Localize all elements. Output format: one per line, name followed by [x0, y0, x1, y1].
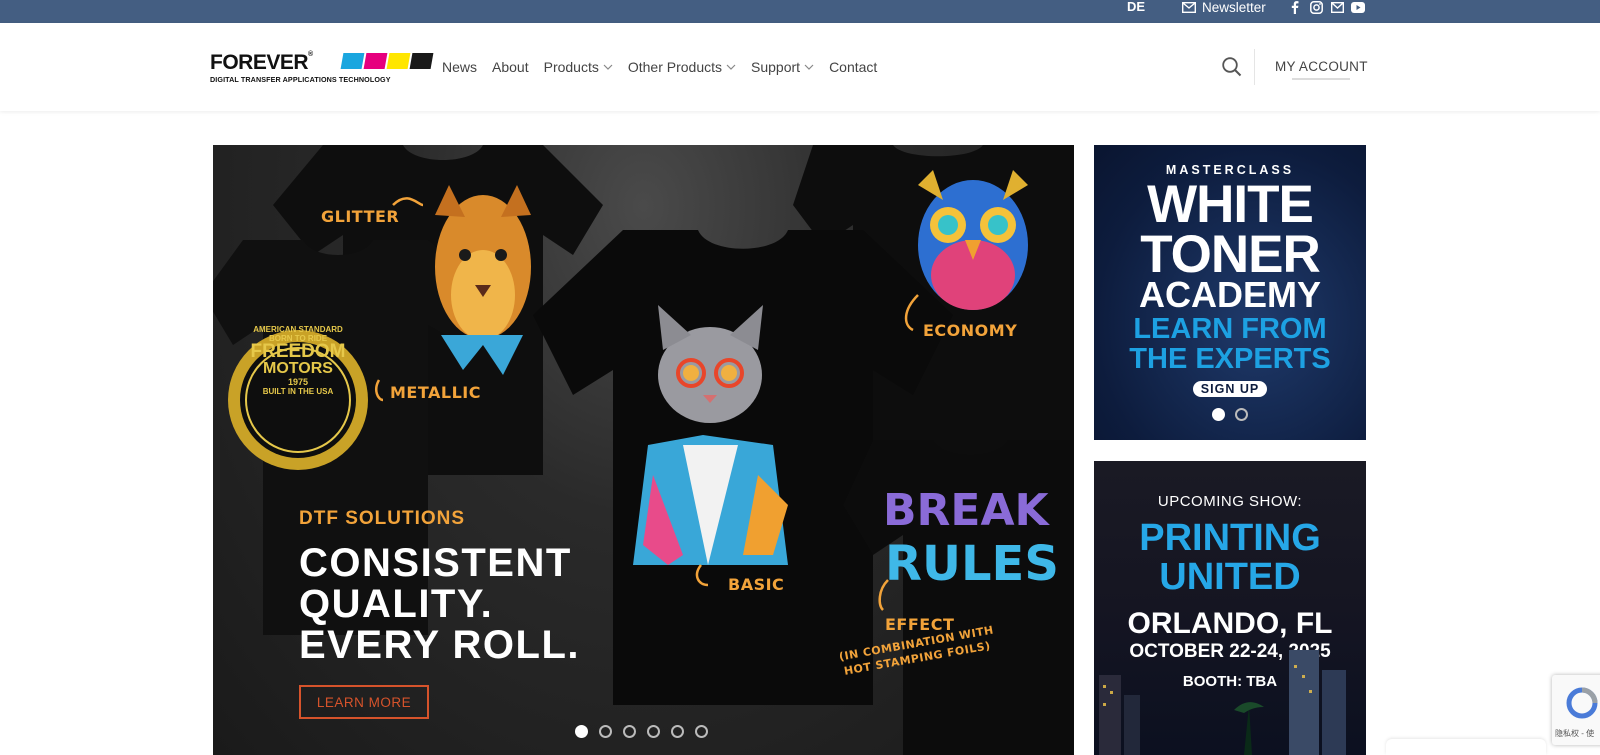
- nav-label: Contact: [829, 59, 878, 75]
- owl-art: [918, 170, 1028, 310]
- badge-text-group: AMERICAN STANDARD BORN TO RIDE FREEDOM M…: [248, 325, 348, 396]
- headline-line-2: QUALITY.: [299, 582, 494, 626]
- nav-support[interactable]: Support: [751, 57, 814, 77]
- label-metallic: METALLIC: [390, 383, 481, 402]
- newsletter-label: Newsletter: [1202, 0, 1266, 15]
- nav-label: Other Products: [627, 59, 723, 75]
- top-utility-bar: DE Newsletter: [0, 0, 1600, 23]
- nav-label: News: [442, 59, 478, 75]
- slide-dot-1[interactable]: [575, 725, 588, 738]
- instagram-icon[interactable]: [1309, 0, 1323, 14]
- banner-title-toner: TONER: [1140, 225, 1321, 284]
- floating-widget-edge: [1386, 739, 1546, 755]
- slide-dot-2[interactable]: [599, 725, 612, 738]
- chevron-down-icon: [804, 64, 814, 70]
- rules-text: RULES: [885, 536, 1059, 592]
- side-slide-dot-2[interactable]: [1235, 408, 1248, 421]
- side-slide-dot-1[interactable]: [1212, 408, 1225, 421]
- my-account-link[interactable]: MY ACCOUNT: [1275, 59, 1368, 74]
- hero-kicker: DTF SOLUTIONS: [299, 508, 466, 529]
- nav-label: About: [492, 59, 529, 75]
- facebook-icon[interactable]: [1288, 0, 1302, 14]
- learn-more-button[interactable]: LEARN MORE: [299, 685, 429, 719]
- social-links: [1288, 0, 1365, 14]
- account-underline: [1292, 78, 1350, 80]
- logo-tagline: DIGITAL TRANSFER APPLICATIONS TECHNOLOGY: [210, 75, 391, 84]
- search-icon[interactable]: [1221, 56, 1243, 78]
- badge-bottom-text: BUILT IN THE USA: [262, 387, 334, 396]
- badge-main-1: FREEDOM: [250, 341, 346, 362]
- banner-title-white: WHITE: [1147, 175, 1314, 234]
- side-slider-dots: [1212, 408, 1248, 421]
- logo-wordmark: FOREVER: [210, 51, 309, 74]
- language-switch-de[interactable]: DE: [1127, 0, 1145, 13]
- hero-slider[interactable]: BREAK RULES GLITTER METALLIC ECONOMY BAS…: [213, 145, 1074, 755]
- break-text: BREAK: [883, 485, 1051, 536]
- email-icon[interactable]: [1330, 0, 1344, 14]
- printing-title: PRINTING: [1139, 517, 1321, 559]
- youtube-icon[interactable]: [1351, 0, 1365, 14]
- orlando-skyline-art: [1099, 650, 1346, 755]
- label-glitter: GLITTER: [321, 207, 400, 226]
- banner-title-academy: ACADEMY: [1138, 274, 1321, 315]
- forever-logo[interactable]: FOREVER® DIGITAL TRANSFER APPLICATIONS T…: [210, 51, 434, 87]
- sign-up-button[interactable]: SIGN UP: [1192, 381, 1268, 397]
- header-divider: [1254, 49, 1255, 85]
- upcoming-show-label: UPCOMING SHOW:: [1157, 493, 1303, 510]
- yellow-swatch: [386, 53, 411, 69]
- logo-color-swatches: [340, 53, 434, 69]
- recaptcha-badge[interactable]: 隐私权 - 使: [1552, 675, 1600, 745]
- printing-united-banner[interactable]: UPCOMING SHOW: PRINTING UNITED ORLANDO, …: [1094, 461, 1366, 755]
- nav-label: Products: [543, 59, 599, 75]
- headline-line-1: CONSISTENT: [299, 541, 572, 585]
- chevron-down-icon: [726, 64, 736, 70]
- badge-main-2: MOTORS: [263, 360, 333, 377]
- banner-subtitle-2: THE EXPERTS: [1129, 343, 1331, 375]
- chevron-down-icon: [603, 64, 613, 70]
- cyan-swatch: [340, 53, 365, 69]
- nav-other-products[interactable]: Other Products: [628, 57, 736, 77]
- headline-line-3: EVERY ROLL.: [299, 623, 580, 667]
- black-swatch: [409, 53, 434, 69]
- slide-dot-5[interactable]: [671, 725, 684, 738]
- banner-subtitle-1: LEARN FROM: [1133, 313, 1327, 345]
- label-basic: BASIC: [728, 575, 785, 594]
- white-toner-academy-banner[interactable]: MASTERCLASS WHITE TONER ACADEMY LEARN FR…: [1094, 145, 1366, 440]
- main-nav: News About Products Other Products Suppo…: [442, 57, 892, 77]
- badge-top-text: AMERICAN STANDARD: [253, 325, 343, 334]
- break-rules-art: BREAK RULES: [883, 485, 1059, 592]
- nav-products[interactable]: Products: [544, 57, 613, 77]
- newsletter-link[interactable]: Newsletter: [1182, 0, 1266, 15]
- label-economy: ECONOMY: [923, 321, 1018, 340]
- recaptcha-privacy-text[interactable]: 隐私权 - 使: [1555, 728, 1594, 739]
- recaptcha-icon: [1566, 687, 1598, 719]
- hero-headline: CONSISTENT QUALITY. EVERY ROLL.: [299, 543, 580, 666]
- nav-news[interactable]: News: [442, 57, 477, 77]
- united-title: UNITED: [1159, 556, 1301, 598]
- badge-year: 1975: [287, 377, 309, 387]
- nav-contact[interactable]: Contact: [829, 57, 877, 77]
- slide-dot-6[interactable]: [695, 725, 708, 738]
- slide-dot-3[interactable]: [623, 725, 636, 738]
- registered-mark: ®: [308, 51, 313, 58]
- magenta-swatch: [363, 53, 388, 69]
- show-city: ORLANDO, FL: [1127, 607, 1333, 640]
- hero-slider-dots: [575, 725, 708, 738]
- site-header: FOREVER® DIGITAL TRANSFER APPLICATIONS T…: [0, 23, 1600, 111]
- nav-label: Support: [751, 59, 801, 75]
- nav-about[interactable]: About: [492, 57, 529, 77]
- slide-dot-4[interactable]: [647, 725, 660, 738]
- envelope-icon: [1182, 1, 1196, 13]
